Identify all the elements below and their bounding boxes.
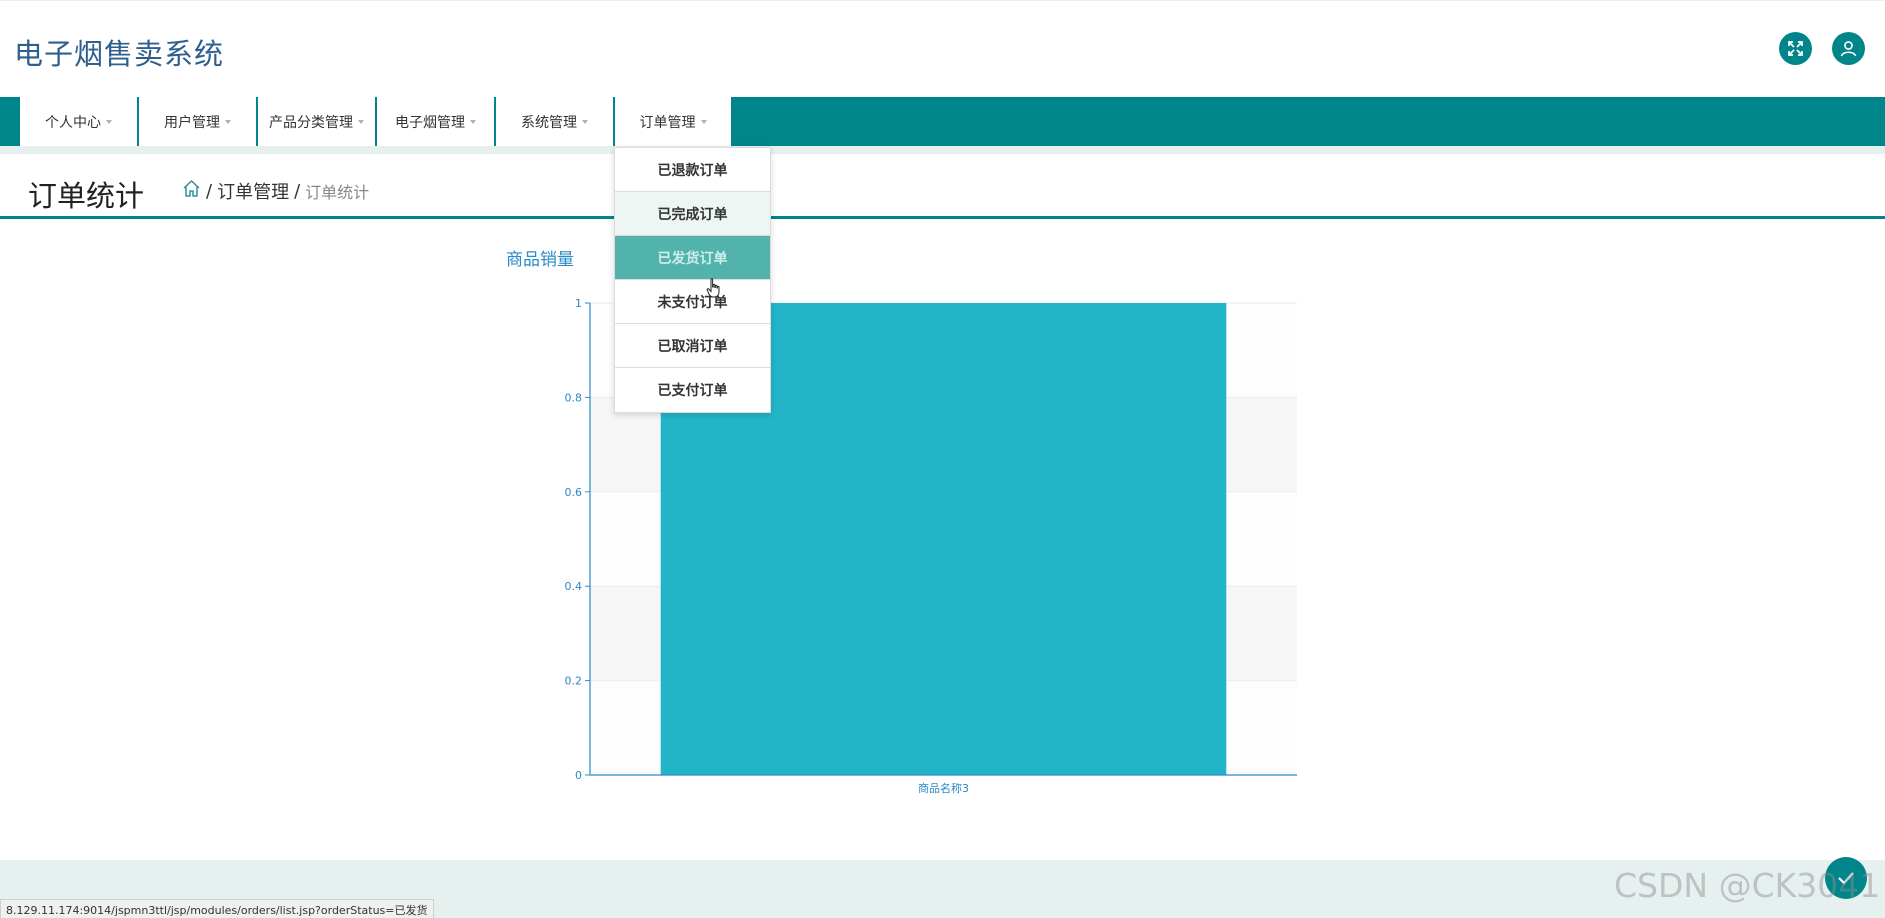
watermark: CSDN @CK3041 <box>1614 866 1881 905</box>
menu-item-refunded-orders[interactable]: 已退款订单 <box>615 148 770 192</box>
status-bar-url: 8.129.11.174:9014/jspmn3ttl/jsp/modules/… <box>0 899 434 918</box>
y-tick-label: 0 <box>575 769 582 782</box>
y-tick-label: 0.4 <box>565 580 583 593</box>
hand-cursor-icon <box>706 278 722 302</box>
menu-item-completed-orders[interactable]: 已完成订单 <box>615 192 770 236</box>
y-tick-label: 1 <box>575 297 582 310</box>
x-tick-label: 商品名称3 <box>918 781 969 795</box>
y-tick-label: 0.6 <box>565 486 583 499</box>
sales-chart: 商品名称3 0 0.2 0.4 0.6 0.8 1 <box>565 297 1297 795</box>
menu-item-shipped-orders[interactable]: 已发货订单 <box>615 236 770 280</box>
y-tick-label: 0.2 <box>565 675 583 688</box>
menu-item-cancelled-orders[interactable]: 已取消订单 <box>615 324 770 368</box>
menu-item-unpaid-orders[interactable]: 未支付订单 <box>615 280 770 324</box>
order-management-dropdown: 已退款订单 已完成订单 已发货订单 未支付订单 已取消订单 已支付订单 <box>614 147 771 413</box>
menu-item-paid-orders[interactable]: 已支付订单 <box>615 368 770 412</box>
y-tick-label: 0.8 <box>565 391 583 404</box>
